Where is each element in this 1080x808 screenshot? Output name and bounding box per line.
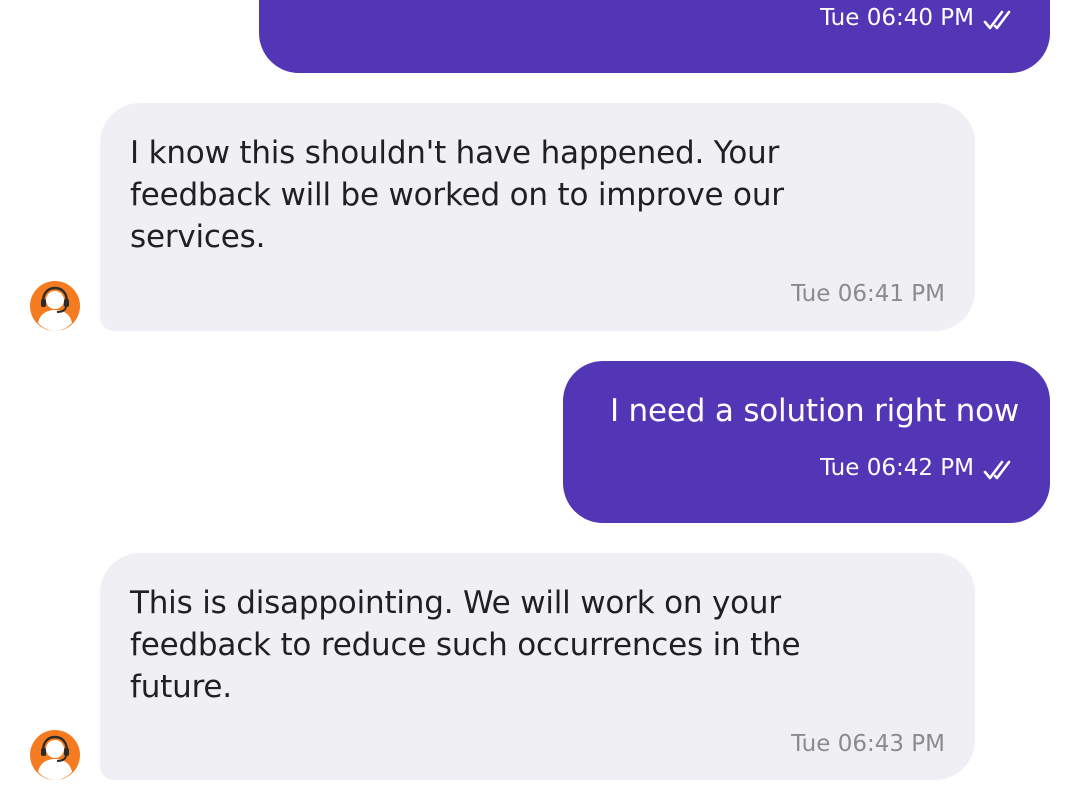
received-message-bubble[interactable]: This is disappointing. We will work on y…: [100, 553, 975, 780]
message-text-line: future.: [130, 669, 232, 705]
message-timestamp: Tue 06:40 PM: [820, 5, 974, 31]
double-check-icon: [983, 10, 1011, 30]
sent-message-bubble[interactable]: Tue 06:40 PM: [259, 0, 1050, 73]
agent-avatar-icon: [30, 281, 80, 331]
message-text-line: I know this shouldn't have happened. You…: [130, 135, 780, 171]
chat-message-list[interactable]: Tue 06:40 PM I know this shouldn't have …: [0, 0, 1080, 808]
received-message-bubble[interactable]: I know this shouldn't have happened. You…: [100, 103, 975, 331]
sent-message-bubble[interactable]: I need a solution right now Tue 06:42 PM: [563, 361, 1050, 523]
message-timestamp: Tue 06:41 PM: [791, 281, 945, 307]
agent-avatar-icon: [30, 730, 80, 780]
message-text-line: feedback will be worked on to improve ou…: [130, 177, 784, 213]
message-text: I need a solution right now: [609, 393, 1019, 429]
message-text-line: services.: [130, 219, 266, 255]
double-check-icon: [983, 460, 1011, 480]
message-text-line: This is disappointing. We will work on y…: [130, 585, 781, 621]
message-text-line: feedback to reduce such occurrences in t…: [130, 627, 801, 663]
message-timestamp: Tue 06:43 PM: [791, 731, 945, 757]
message-timestamp: Tue 06:42 PM: [820, 455, 974, 481]
